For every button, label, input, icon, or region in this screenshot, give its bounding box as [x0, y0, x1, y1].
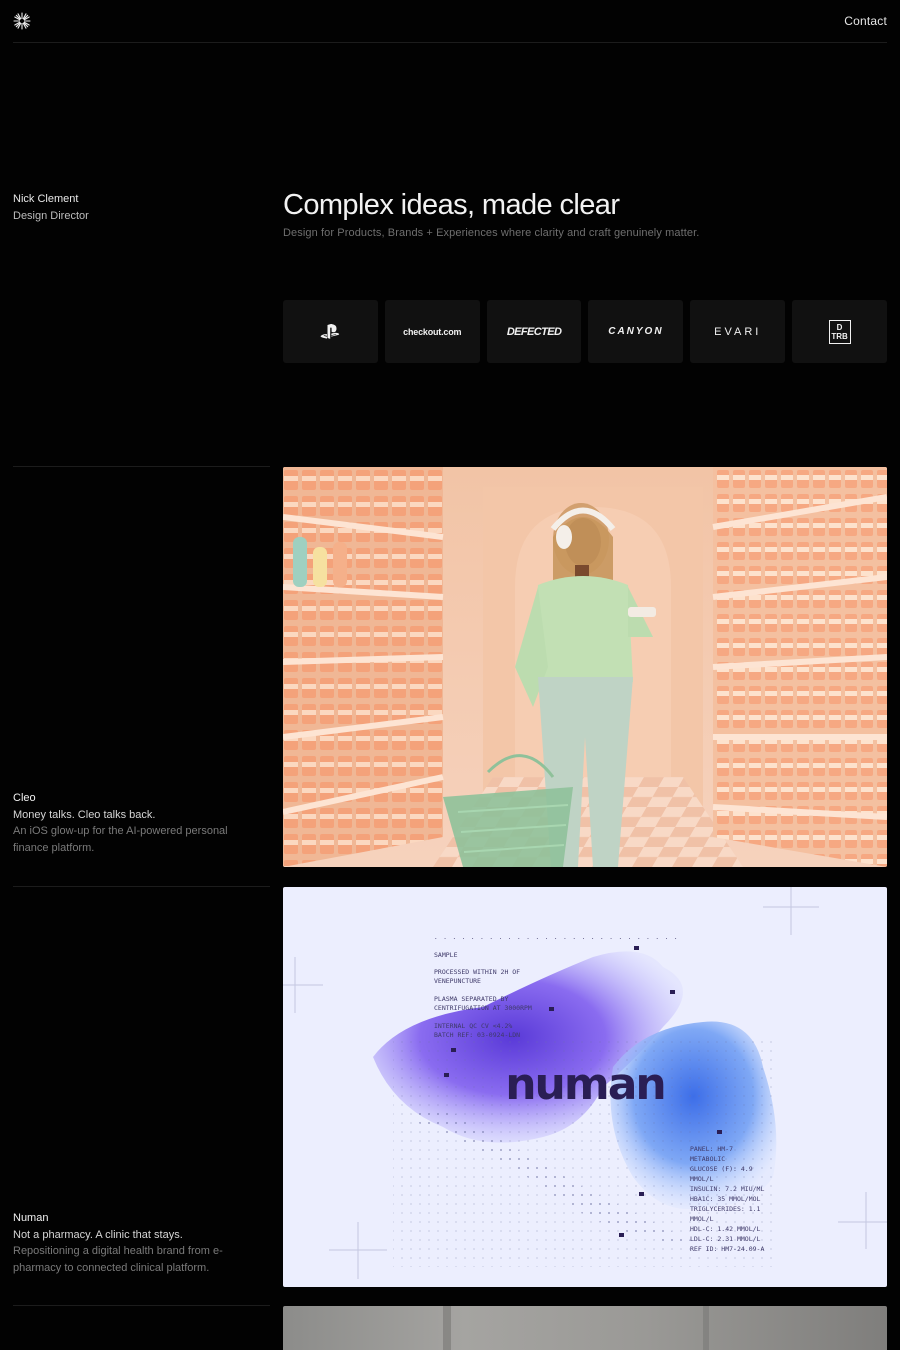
project-name: Cleo — [13, 792, 36, 804]
svg-text:BATCH REF: 03-0924-LDN: BATCH REF: 03-0924-LDN — [434, 1031, 520, 1039]
person-info: Nick Clement Design Director — [13, 191, 89, 225]
checkout-logo-text: checkout.com — [403, 326, 462, 337]
numan-brand-illustration: numan . . . . . . . . . . . . . . . . . … — [283, 887, 887, 1287]
svg-text:VENEPUNCTURE: VENEPUNCTURE — [434, 977, 481, 985]
numan-wordmark: numan — [505, 1059, 665, 1110]
client-logo-canyon: CANYON — [588, 300, 684, 363]
divider — [13, 886, 270, 887]
svg-text:CENTRIFUGATION AT 3000RPM: CENTRIFUGATION AT 3000RPM — [434, 1004, 532, 1012]
svg-text:PANEL: HM-7: PANEL: HM-7 — [690, 1145, 733, 1153]
client-logo-checkout: checkout.com — [384, 300, 480, 363]
client-logo-defected: DEFECTED — [486, 300, 582, 363]
project-info-cleo[interactable]: Cleo Money talks. Cleo talks back. An iO… — [13, 790, 258, 856]
project-image-numan[interactable]: numan . . . . . . . . . . . . . . . . . … — [283, 887, 887, 1287]
svg-text:PLASMA SEPARATED BY: PLASMA SEPARATED BY — [434, 995, 508, 1003]
svg-text:INTERNAL QC CV <4.2%: INTERNAL QC CV <4.2% — [434, 1022, 512, 1030]
svg-text:REF ID: HM7-24.09-A: REF ID: HM7-24.09-A — [690, 1245, 764, 1253]
playstation-logo-icon — [321, 323, 340, 339]
project-tagline: Money talks. Cleo talks back. — [13, 808, 156, 821]
svg-text:HDL-C: 1.42 MMOL/L: HDL-C: 1.42 MMOL/L — [690, 1225, 761, 1233]
client-logo-dtrb: D TRB — [792, 300, 887, 363]
contact-link[interactable]: Contact — [844, 14, 887, 28]
person-role: Design Director — [13, 210, 89, 222]
starburst-icon[interactable] — [13, 12, 31, 30]
cleo-scene-illustration — [283, 467, 887, 867]
svg-text:GLUCOSE (F): 4.9: GLUCOSE (F): 4.9 — [690, 1165, 753, 1173]
svg-text:SAMPLE: SAMPLE — [434, 951, 458, 959]
client-logos: checkout.com DEFECTED CANYON EVARI D TRB — [283, 300, 887, 363]
project-name: Numan — [13, 1212, 49, 1224]
svg-text:METABOLIC: METABOLIC — [690, 1155, 725, 1163]
project-description: An iOS glow-up for the AI-powered person… — [13, 825, 228, 854]
page-title: Complex ideas, made clear — [283, 189, 620, 221]
svg-text:TRIGLYCERIDES: 1.1: TRIGLYCERIDES: 1.1 — [690, 1205, 761, 1213]
client-logo-playstation — [283, 300, 378, 363]
project-image-cleo[interactable] — [283, 467, 887, 867]
project-tagline: Not a pharmacy. A clinic that stays. — [13, 1228, 183, 1241]
client-logo-evari: EVARI — [690, 300, 786, 363]
svg-text:. . . . . . . . . . . . . . .: . . . . . . . . . . . . . . . . . . . . … — [434, 934, 678, 941]
defected-logo-text: DEFECTED — [506, 325, 562, 338]
divider — [13, 466, 270, 467]
svg-text:INSULIN: 7.2 MIU/ML: INSULIN: 7.2 MIU/ML — [690, 1185, 764, 1193]
svg-text:LDL-C: 2.31 MMOL/L: LDL-C: 2.31 MMOL/L — [690, 1235, 761, 1243]
person-name: Nick Clement — [13, 193, 79, 205]
svg-text:HBA1C: 35 MMOL/MOL: HBA1C: 35 MMOL/MOL — [690, 1195, 761, 1203]
divider — [13, 1305, 270, 1306]
page-subtitle: Design for Products, Brands + Experience… — [283, 227, 700, 239]
top-bar: Contact — [13, 0, 887, 43]
svg-text:MMOL/L: MMOL/L — [690, 1175, 714, 1183]
svg-text:MMOL/L: MMOL/L — [690, 1215, 714, 1223]
evari-logo-text: EVARI — [714, 325, 762, 338]
hero: Complex ideas, made clear Design for Pro… — [283, 188, 699, 239]
dtrb-logo-text: D TRB — [828, 319, 851, 344]
canyon-logo-text: CANYON — [608, 326, 664, 337]
project-info-numan[interactable]: Numan Not a pharmacy. A clinic that stay… — [13, 1210, 258, 1276]
project-description: Repositioning a digital health brand fro… — [13, 1245, 223, 1274]
project-image-next[interactable] — [283, 1306, 887, 1350]
svg-text:PROCESSED WITHIN 2H OF: PROCESSED WITHIN 2H OF — [434, 968, 520, 976]
